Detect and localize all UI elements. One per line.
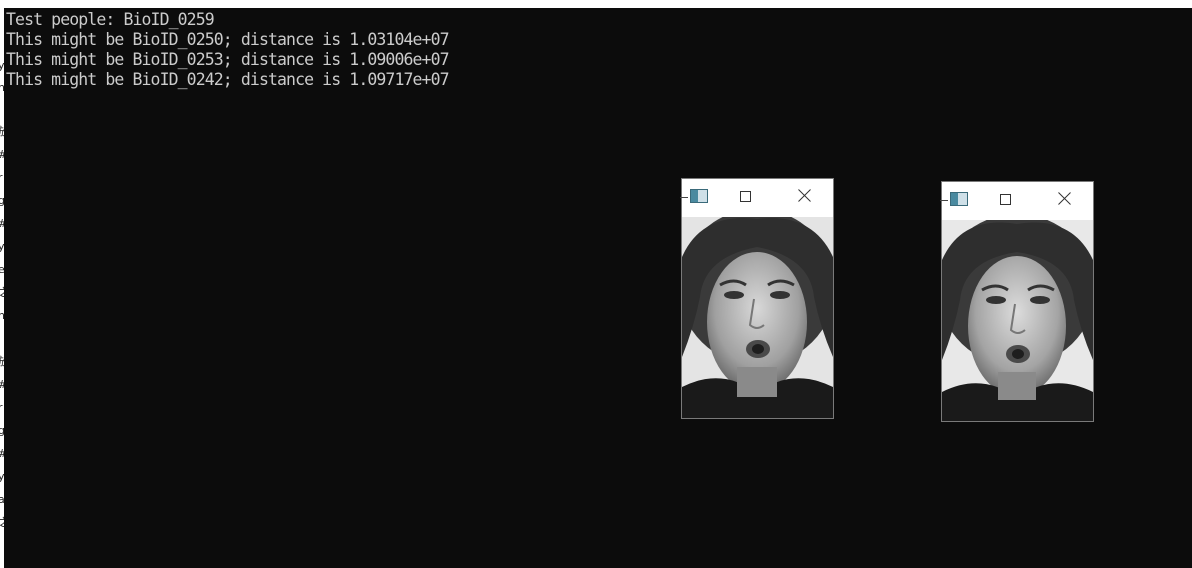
opencv-window-icon — [950, 192, 968, 206]
console-output: Test people: BioID_0259 This might be Bi… — [6, 10, 450, 90]
close-icon[interactable] — [1055, 190, 1073, 208]
desktop-screen: y n 放 # r g # y e 之 n 放 # r g # y a 之 Te… — [0, 0, 1192, 568]
top-window-edge — [0, 0, 1192, 8]
opencv-window-icon — [690, 189, 708, 203]
gutter-char: r — [0, 401, 3, 414]
console-line-match-3: This might be BioID_0242; distance is 1.… — [6, 70, 450, 89]
maximize-icon[interactable] — [740, 191, 751, 202]
face-image — [942, 220, 1093, 421]
image-window-1[interactable] — [680, 178, 834, 419]
image-window-2[interactable] — [940, 181, 1094, 422]
console-line-test-people: Test people: BioID_0259 — [6, 10, 215, 29]
face-image — [682, 217, 833, 418]
console-line-match-2: This might be BioID_0253; distance is 1.… — [6, 50, 450, 69]
window-edge-dash — [940, 200, 948, 201]
close-icon[interactable] — [795, 187, 813, 205]
gutter-char: r — [0, 171, 3, 184]
window-titlebar[interactable] — [680, 179, 833, 217]
console-line-match-1: This might be BioID_0250; distance is 1.… — [6, 30, 450, 49]
maximize-icon[interactable] — [1000, 194, 1011, 205]
window-edge-dash — [680, 197, 688, 198]
window-titlebar[interactable] — [940, 182, 1093, 220]
